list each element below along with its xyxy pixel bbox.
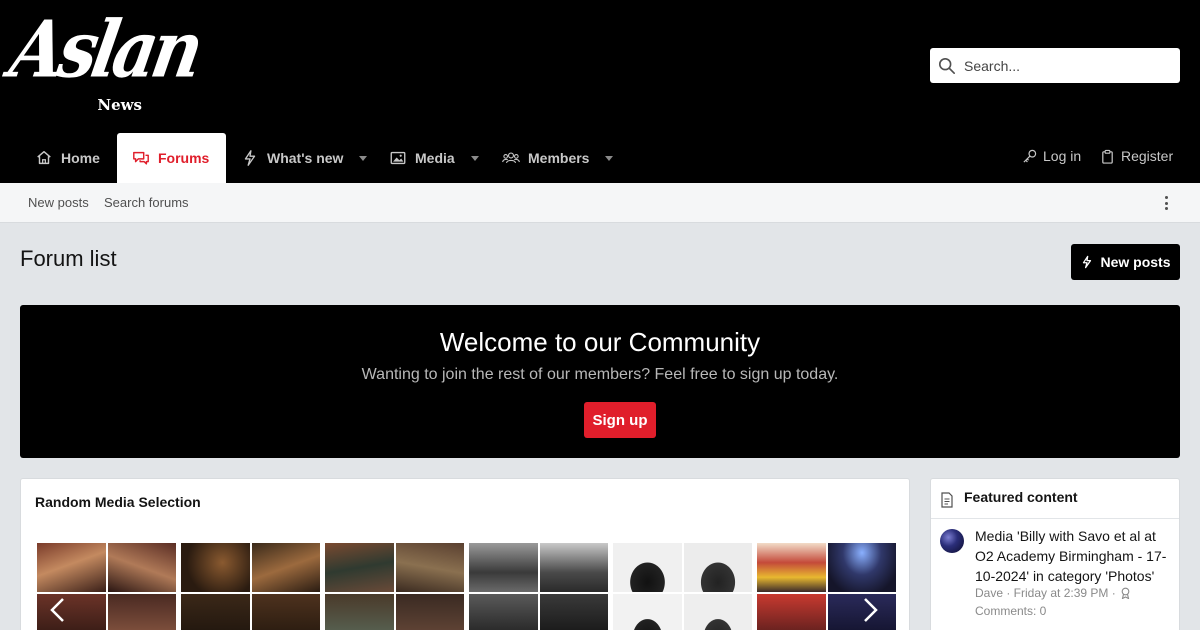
search-input[interactable] [964,48,1174,83]
new-posts-button-label: New posts [1100,254,1171,270]
page-title: Forum list [20,246,117,271]
chevron-down-icon[interactable] [470,155,479,161]
document-icon [941,492,953,508]
avatar[interactable] [940,529,964,553]
search-icon[interactable] [938,57,956,75]
tab-forums[interactable]: Forums [117,133,226,183]
media-block-title: Random Media Selection [35,494,201,510]
register-label: Register [1121,148,1174,164]
key-icon [1023,149,1037,163]
site-logo[interactable]: Aslan News [4,4,206,114]
logo-sub: News [97,96,142,114]
media-thumbnail[interactable] [613,543,752,630]
bolt-icon [1083,255,1092,269]
subnav-search-forums[interactable]: Search forums [104,195,189,210]
chevron-right-icon[interactable] [859,597,881,623]
signup-button[interactable]: Sign up [584,402,656,438]
welcome-text: Wanting to join the rest of our members?… [361,366,839,383]
users-icon [502,152,520,164]
tab-forums-label: Forums [158,150,210,166]
subnav-new-posts[interactable]: New posts [28,195,89,210]
tab-whats-new[interactable]: What's new [226,133,382,183]
search-box [930,48,1180,83]
register-link[interactable]: Register [1100,133,1173,179]
media-thumbnail[interactable] [469,543,608,630]
award-icon [1121,587,1130,599]
featured-item-link[interactable]: Media 'Billy with Savo et al at O2 Acade… [975,526,1171,586]
tab-media[interactable]: Media [374,133,494,183]
tab-home-label: Home [61,150,100,166]
media-thumbnail[interactable] [181,543,320,630]
tab-media-label: Media [415,150,455,166]
media-thumbnail[interactable] [325,543,464,630]
featured-title: Featured content [964,489,1078,505]
tab-whats-new-label: What's new [267,150,344,166]
clipboard-icon [1102,149,1113,164]
new-posts-button[interactable]: New posts [1071,244,1180,280]
tab-members[interactable]: Members [487,133,628,183]
featured-content-block: Featured content Media 'Billy with Savo … [930,478,1180,630]
welcome-banner: Welcome to our Community Wanting to join… [20,305,1180,458]
site-header: Aslan News Home Forums What's new Media … [0,0,1200,183]
featured-item-meta: Dave · Friday at 2:39 PM · [975,586,1131,600]
tab-members-label: Members [528,150,590,166]
login-label: Log in [1043,148,1082,164]
home-icon [37,150,51,165]
logo-script: Aslan [3,4,206,96]
random-media-block: Random Media Selection [20,478,910,630]
chevron-down-icon[interactable] [359,155,368,161]
welcome-title: Welcome to our Community [439,327,761,357]
featured-item-comments: Comments: 0 [975,604,1047,618]
sub-navigation: New posts Search forums [0,183,1200,223]
login-link[interactable]: Log in [1022,133,1081,179]
chevron-left-icon[interactable] [47,597,69,623]
chat-icon [133,151,149,165]
image-icon [390,151,406,165]
tab-home[interactable]: Home [20,133,115,183]
bolt-icon [244,150,256,166]
featured-meta-text: Dave · Friday at 2:39 PM · [975,586,1116,600]
featured-header: Featured content [931,479,1179,519]
chevron-down-icon[interactable] [605,155,614,161]
more-options-icon[interactable] [1164,196,1168,210]
